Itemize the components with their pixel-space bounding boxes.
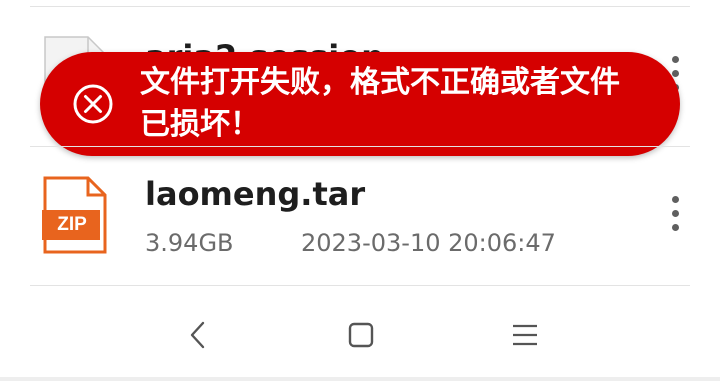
error-x-icon: [73, 84, 113, 124]
toast-message: 文件打开失败，格式不正确或者文件已损坏！: [140, 65, 620, 142]
error-toast: 文件打开失败，格式不正确或者文件已损坏！: [40, 52, 680, 156]
file-size: 3.94GB: [145, 229, 234, 257]
more-options-icon[interactable]: [672, 196, 680, 238]
top-divider: [30, 6, 690, 7]
row-divider: [30, 146, 690, 147]
menu-lines-icon[interactable]: [508, 318, 542, 352]
row-divider: [30, 285, 690, 286]
file-modified-date: 2023-03-10 20:06:47: [301, 229, 556, 257]
system-navigation-bar: [0, 290, 720, 381]
home-square-icon[interactable]: [344, 318, 378, 352]
zip-badge: ZIP: [57, 214, 87, 235]
back-chevron-icon[interactable]: [181, 318, 215, 352]
bottom-edge: [0, 377, 720, 381]
file-name: laomeng.tar: [145, 175, 366, 213]
